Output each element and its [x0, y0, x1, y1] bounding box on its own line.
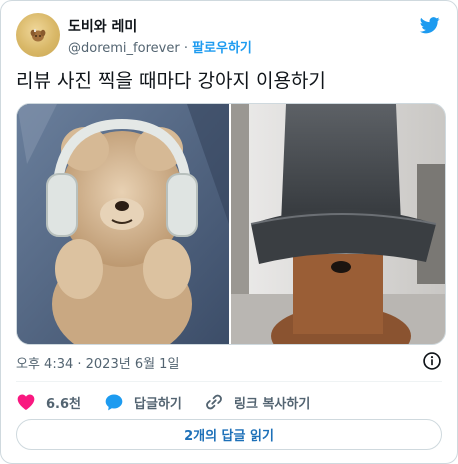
user-handle[interactable]: @doremi_forever — [68, 41, 180, 56]
tweet-timestamp[interactable]: 오후 4:34 · 2023년 6월 1일 — [16, 353, 179, 372]
tweet-text: 리뷰 사진 찍을 때마다 강아지 이용하기 — [16, 70, 326, 92]
heart-icon — [17, 394, 35, 410]
read-replies-button[interactable]: 2개의 답글 읽기 — [16, 419, 442, 450]
copy-link-label: 링크 복사하기 — [234, 396, 311, 412]
display-name[interactable]: 도비와 레미 — [68, 16, 137, 36]
handle-separator: · — [183, 41, 188, 56]
photo-dog-headphones[interactable] — [17, 104, 229, 344]
copy-link-button[interactable]: 링크 복사하기 — [204, 390, 310, 414]
divider — [16, 381, 442, 382]
tweet-embed-card: 도비와 레미 @doremi_forever · 팔로우하기 리뷰 사진 찍을 … — [0, 0, 458, 464]
info-icon[interactable] — [422, 351, 442, 371]
action-bar: 6.6천 답글하기 링크 복사하기 — [16, 390, 442, 414]
handle-row: @doremi_forever · 팔로우하기 — [68, 37, 252, 56]
reply-button[interactable]: 답글하기 — [104, 390, 182, 414]
follow-link[interactable]: 팔로우하기 — [192, 41, 252, 56]
avatar-dog-icon — [30, 29, 46, 42]
reply-label: 답글하기 — [134, 396, 182, 412]
reply-bubble-icon — [105, 394, 123, 411]
dog-bucket-hat-image — [231, 104, 445, 344]
twitter-bird-icon[interactable] — [419, 15, 441, 35]
tweet-header: 도비와 레미 @doremi_forever · 팔로우하기 — [16, 13, 445, 57]
link-icon — [206, 394, 222, 410]
photo-dog-bucket-hat[interactable] — [231, 104, 445, 344]
like-count: 6.6천 — [46, 396, 81, 412]
tweet-media[interactable] — [16, 103, 446, 345]
avatar[interactable] — [16, 13, 60, 57]
like-button[interactable]: 6.6천 — [16, 390, 81, 414]
dog-headphones-image — [17, 104, 229, 344]
